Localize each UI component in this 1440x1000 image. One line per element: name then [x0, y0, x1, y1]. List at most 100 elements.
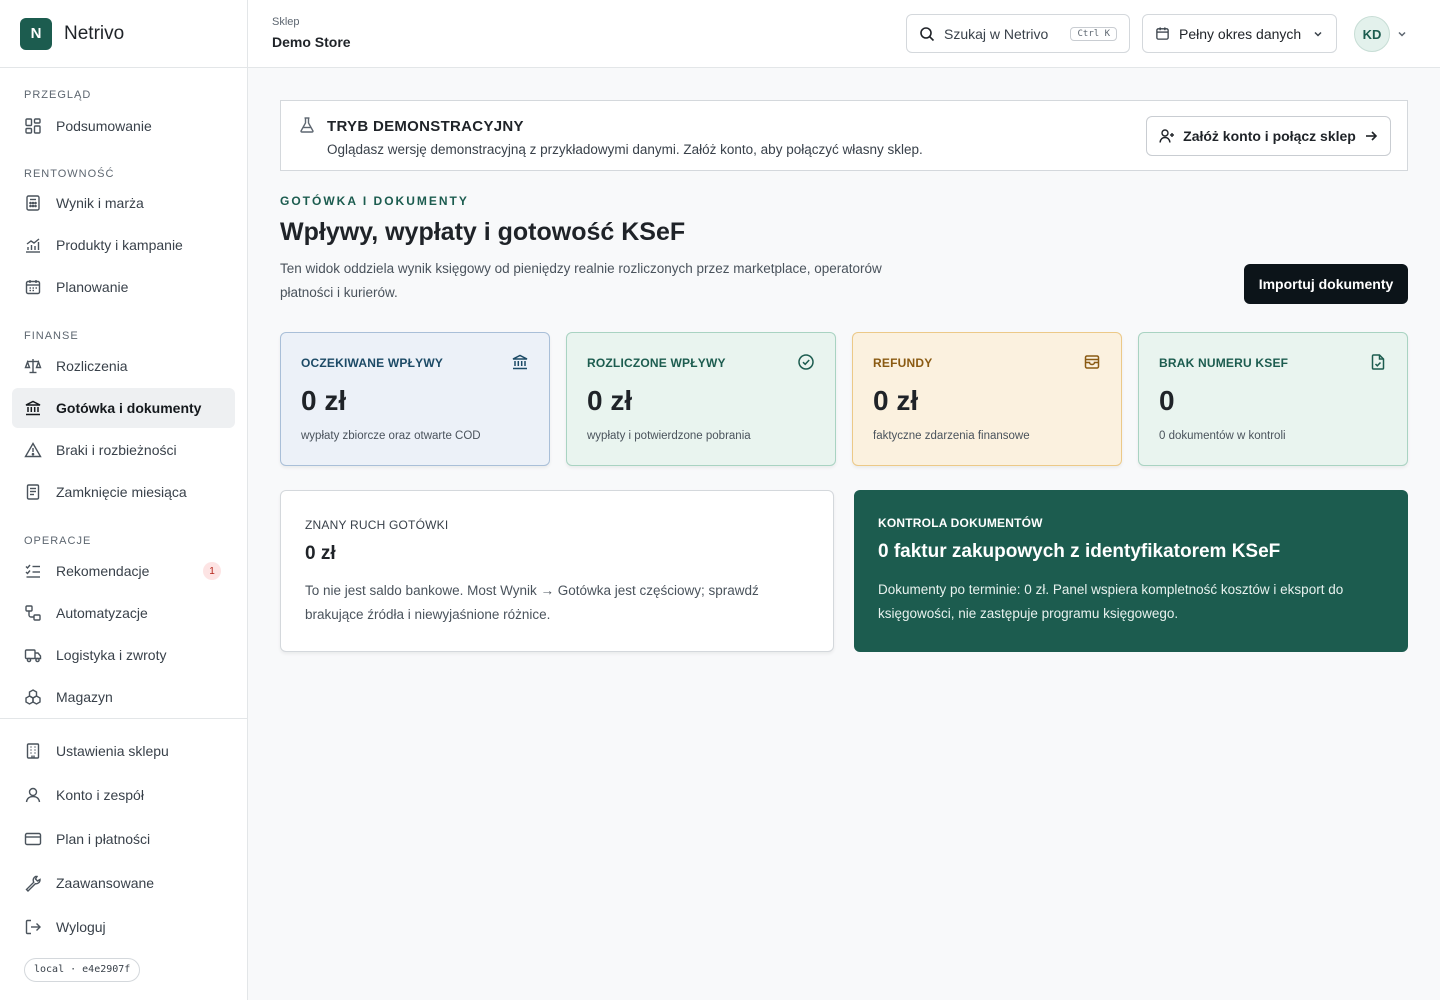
- sidebar-item-label: Rozliczenia: [56, 358, 128, 374]
- sidebar-item-konto-i-zespol[interactable]: Konto i zespół: [12, 773, 235, 817]
- kpi-label: REFUNDY: [873, 356, 933, 370]
- version-badge: local · e4e2907f: [24, 958, 141, 982]
- sidebar-item-label: Ustawienia sklepu: [56, 743, 169, 759]
- sidebar-item-label: Automatyzacje: [56, 605, 148, 621]
- sidebar-item-produkty-i-kampanie[interactable]: Produkty i kampanie: [12, 225, 235, 265]
- sidebar-item-label: Planowanie: [56, 279, 129, 295]
- user-plus-icon: [1159, 128, 1175, 144]
- sidebar-item-planowanie[interactable]: Planowanie: [12, 267, 235, 307]
- workflow-icon: [24, 604, 42, 622]
- doc-control-label: KONTROLA DOKUMENTÓW: [878, 516, 1043, 530]
- search-shortcut: Ctrl K: [1070, 26, 1117, 41]
- kpi-cards: OCZEKIWANE WPŁYWY 0 zł wypłaty zbiorcze …: [280, 332, 1408, 466]
- sidebar-item-rekomendacje[interactable]: Rekomendacje 1: [12, 551, 235, 591]
- sidebar-item-label: Podsumowanie: [56, 118, 152, 134]
- lower-cards: ZNANY RUCH GOTÓWKI 0 zł To nie jest sald…: [280, 490, 1408, 652]
- sidebar-item-automatyzacje[interactable]: Automatyzacje: [12, 593, 235, 633]
- page-description: Ten widok oddziela wynik księgowy od pie…: [280, 261, 882, 300]
- user-icon: [24, 786, 42, 804]
- import-documents-button[interactable]: Importuj dokumenty: [1244, 264, 1408, 304]
- kpi-subtext: faktyczne zdarzenia finansowe: [873, 430, 1030, 442]
- sidebar-item-ustawienia-sklepu[interactable]: Ustawienia sklepu: [12, 729, 235, 773]
- store-label: Sklep: [272, 16, 300, 28]
- dashboard-icon: [24, 117, 42, 135]
- sidebar-item-braki-i-rozbieznosci[interactable]: Braki i rozbieżności: [12, 430, 235, 470]
- sidebar-item-label: Magazyn: [56, 689, 113, 705]
- demo-banner: TRYB DEMONSTRACYJNY Oglądasz wersję demo…: [280, 100, 1408, 171]
- sidebar-item-label: Gotówka i dokumenty: [56, 400, 202, 416]
- sidebar-item-label: Konto i zespół: [56, 787, 144, 803]
- kpi-label: BRAK NUMERU KSEF: [1159, 356, 1289, 370]
- kpi-subtext: wypłaty zbiorcze oraz otwarte COD: [301, 430, 481, 442]
- arrow-right-icon: [1364, 129, 1378, 143]
- kpi-card-expected-inflows: OCZEKIWANE WPŁYWY 0 zł wypłaty zbiorcze …: [280, 332, 550, 466]
- sidebar-bottom: Ustawienia sklepu Konto i zespół Plan i …: [0, 718, 247, 1000]
- flask-icon: [298, 116, 316, 134]
- kpi-card-settled-inflows: ROZLICZONE WPŁYWY 0 zł wypłaty i potwier…: [566, 332, 836, 466]
- brand[interactable]: N Netrivo: [0, 0, 247, 68]
- sidebar-item-rozliczenia[interactable]: Rozliczenia: [12, 346, 235, 386]
- period-value: Pełny okres danych: [1179, 25, 1302, 42]
- wrench-icon: [24, 874, 42, 892]
- sidebar-item-zaawansowane[interactable]: Zaawansowane: [12, 861, 235, 905]
- check-circle-icon: [797, 353, 815, 371]
- kpi-value: 0: [1159, 385, 1175, 416]
- sidebar-item-zamkniecie-miesiaca[interactable]: Zamknięcie miesiąca: [12, 472, 235, 512]
- demo-title: TRYB DEMONSTRACYJNY: [327, 118, 524, 135]
- calendar-icon: [24, 278, 42, 296]
- page-eyebrow: GOTÓWKA I DOKUMENTY: [280, 194, 469, 208]
- search-placeholder: Szukaj w Netrivo: [944, 25, 1049, 42]
- sidebar-item-magazyn[interactable]: Magazyn: [12, 677, 235, 717]
- kpi-card-refunds: REFUNDY 0 zł faktyczne zdarzenia finanso…: [852, 332, 1122, 466]
- sidebar-nav[interactable]: PRZEGLĄD Podsumowanie RENTOWNOŚĆ Wynik i…: [0, 68, 247, 718]
- kpi-label: ROZLICZONE WPŁYWY: [587, 356, 726, 370]
- topbar: Sklep Demo Store Szukaj w Netrivo Ctrl K…: [248, 0, 1440, 68]
- sidebar: N Netrivo PRZEGLĄD Podsumowanie RENTOWNO…: [0, 0, 248, 1000]
- kpi-card-missing-ksef: BRAK NUMERU KSEF 0 0 dokumentów w kontro…: [1138, 332, 1408, 466]
- avatar[interactable]: KD: [1354, 16, 1390, 52]
- sidebar-item-plan-i-platnosci[interactable]: Plan i płatności: [12, 817, 235, 861]
- chevron-down-icon[interactable]: [1396, 28, 1408, 40]
- sidebar-item-label: Zamknięcie miesiąca: [56, 484, 187, 500]
- section-label-operacje: OPERACJE: [24, 535, 92, 547]
- section-label-przeglad: PRZEGLĄD: [24, 89, 92, 101]
- store-name[interactable]: Demo Store: [272, 34, 351, 50]
- section-label-rentownosc: RENTOWNOŚĆ: [24, 168, 115, 180]
- building-icon: [24, 742, 42, 760]
- create-account-label: Załóż konto i połącz sklep: [1183, 128, 1356, 144]
- credit-card-icon: [24, 830, 42, 848]
- sidebar-item-wynik-i-marza[interactable]: Wynik i marża: [12, 183, 235, 223]
- scale-icon: [24, 357, 42, 375]
- sidebar-item-label: Zaawansowane: [56, 875, 155, 891]
- sidebar-item-label: Braki i rozbieżności: [56, 442, 177, 458]
- kpi-value: 0 zł: [301, 385, 347, 416]
- list-check-icon: [24, 562, 42, 580]
- brand-logo: N: [20, 17, 52, 50]
- wallet-icon: [1083, 353, 1101, 371]
- search-input[interactable]: Szukaj w Netrivo Ctrl K: [906, 14, 1130, 53]
- sidebar-item-wyloguj[interactable]: Wyloguj: [12, 905, 235, 949]
- sidebar-item-label: Wyloguj: [56, 919, 106, 935]
- sidebar-item-gotowka-i-dokumenty[interactable]: Gotówka i dokumenty: [12, 388, 235, 428]
- calculator-icon: [24, 194, 42, 212]
- cash-text: To nie jest saldo bankowe. Most Wynik → …: [305, 583, 759, 622]
- sidebar-item-label: Logistyka i zwroty: [56, 647, 167, 663]
- bank-icon: [511, 353, 529, 371]
- calendar-icon: [1155, 26, 1170, 41]
- kpi-value: 0 zł: [587, 385, 633, 416]
- boxes-icon: [24, 688, 42, 706]
- page-title: Wpływy, wypłaty i gotowość KSeF: [280, 218, 686, 246]
- kpi-subtext: 0 dokumentów w kontroli: [1159, 430, 1286, 442]
- sidebar-item-podsumowanie[interactable]: Podsumowanie: [12, 106, 235, 146]
- kpi-label: OCZEKIWANE WPŁYWY: [301, 356, 444, 370]
- kpi-subtext: wypłaty i potwierdzone pobrania: [587, 430, 751, 442]
- truck-icon: [24, 646, 42, 664]
- period-select[interactable]: Pełny okres danych: [1142, 14, 1337, 53]
- sidebar-item-logistyka-i-zwroty[interactable]: Logistyka i zwroty: [12, 635, 235, 675]
- brand-name: Netrivo: [64, 22, 125, 44]
- search-icon: [919, 26, 935, 42]
- create-account-button[interactable]: Załóż konto i połącz sklep: [1146, 116, 1391, 156]
- document-control-card: KONTROLA DOKUMENTÓW 0 faktur zakupowych …: [854, 490, 1408, 652]
- doc-control-title: 0 faktur zakupowych z identyfikatorem KS…: [878, 541, 1281, 562]
- sidebar-item-label: Produkty i kampanie: [56, 237, 183, 253]
